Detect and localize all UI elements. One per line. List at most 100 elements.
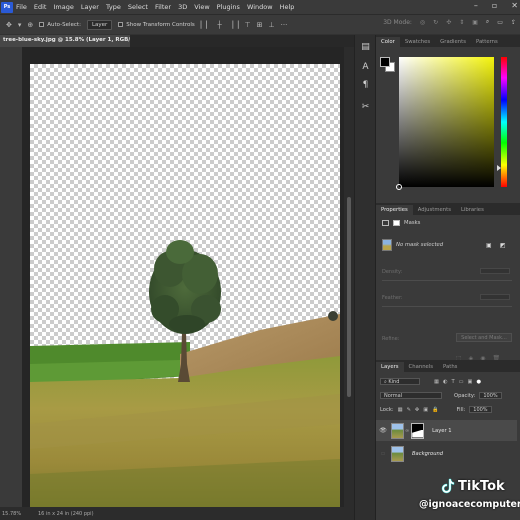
menu-view[interactable]: View <box>194 3 209 11</box>
eye-icon[interactable]: 👁 <box>378 427 388 434</box>
menu-help[interactable]: Help <box>280 3 295 11</box>
add-vector-mask-icon[interactable]: ◩ <box>500 242 506 249</box>
3d-scale-icon[interactable]: ▣ <box>472 19 478 26</box>
tab-properties[interactable]: Properties <box>376 205 413 215</box>
select-and-mask-button[interactable]: Select and Mask... <box>456 333 512 342</box>
layer-filter-dropdown[interactable]: ⌕ Kind <box>380 378 420 385</box>
menu-edit[interactable]: Edit <box>34 3 47 11</box>
align-left-icon[interactable]: ▏▏ <box>201 21 212 29</box>
density-field[interactable] <box>480 268 510 274</box>
tools-preset-icon[interactable]: ✂ <box>360 102 371 113</box>
more-options-icon[interactable]: ··· <box>281 21 288 29</box>
document-canvas[interactable] <box>30 64 340 507</box>
3d-orbit-icon[interactable]: ◎ <box>420 19 425 26</box>
filter-pixel-icon[interactable]: ▦ <box>434 379 439 385</box>
properties-body: Masks No mask selected ▣ ◩ Density: Feat… <box>376 215 520 363</box>
link-icon[interactable]: ∞ <box>405 428 409 434</box>
color-picker-marker[interactable] <box>396 184 402 190</box>
hue-slider-marker[interactable] <box>497 165 501 171</box>
align-middle-icon[interactable]: ⊞ <box>257 21 263 29</box>
density-slider[interactable] <box>382 280 512 281</box>
menu-filter[interactable]: Filter <box>155 3 171 11</box>
transform-controls-option[interactable]: Show Transform Controls <box>118 22 195 28</box>
layer-name[interactable]: Background <box>412 451 443 457</box>
move-preset-icon[interactable]: ⊕ <box>27 21 33 29</box>
tab-channels[interactable]: Channels <box>404 362 439 372</box>
blend-mode-dropdown[interactable]: Normal <box>380 392 442 399</box>
scrollbar-thumb[interactable] <box>347 197 351 397</box>
share-icon[interactable]: ⇪ <box>511 19 516 26</box>
menu-3d[interactable]: 3D <box>178 3 187 11</box>
feather-slider[interactable] <box>382 306 512 307</box>
zoom-level[interactable]: 15.78% <box>0 511 30 517</box>
menu-layer[interactable]: Layer <box>81 3 99 11</box>
chevron-down-icon[interactable]: ▾ <box>18 21 22 29</box>
paragraph-icon[interactable]: ¶ <box>360 80 371 91</box>
auto-select-option[interactable]: Auto-Select: <box>39 22 81 28</box>
color-picker-field[interactable] <box>399 57 494 187</box>
filter-type-icon[interactable]: T <box>451 379 454 385</box>
menu-type[interactable]: Type <box>106 3 121 11</box>
filter-shape-icon[interactable]: ▭ <box>459 379 464 385</box>
filter-toggle-icon[interactable]: ● <box>476 379 481 385</box>
menu-window[interactable]: Window <box>247 3 273 11</box>
layer-row-background[interactable]: ▫ Background <box>376 443 517 464</box>
vector-mask-icon[interactable] <box>393 220 400 226</box>
align-top-icon[interactable]: ⊤ <box>245 21 251 29</box>
character-icon[interactable]: A <box>360 62 371 73</box>
layer-row-layer-1[interactable]: 👁 ∞ Layer 1 <box>376 420 517 441</box>
3d-drag-icon[interactable]: ✣ <box>446 19 451 26</box>
3d-roll-icon[interactable]: ↻ <box>433 19 438 26</box>
foreground-color-swatch[interactable] <box>380 57 390 67</box>
menu-plugins[interactable]: Plugins <box>217 3 240 11</box>
tab-swatches[interactable]: Swatches <box>400 37 435 47</box>
menu-image[interactable]: Image <box>53 3 73 11</box>
tab-gradients[interactable]: Gradients <box>435 37 471 47</box>
hue-slider[interactable] <box>501 57 507 187</box>
menu-select[interactable]: Select <box>128 3 148 11</box>
lock-image-icon[interactable]: ✎ <box>406 407 410 413</box>
lock-transparent-icon[interactable]: ▦ <box>398 407 403 413</box>
auto-select-target-dropdown[interactable]: Layer <box>86 19 113 30</box>
add-pixel-mask-icon[interactable]: ▣ <box>486 242 492 249</box>
align-center-icon[interactable]: ┼ <box>218 21 222 29</box>
history-icon[interactable]: ▤ <box>360 42 371 53</box>
close-icon[interactable]: ✕ <box>511 1 518 10</box>
menu-file[interactable]: File <box>16 3 27 11</box>
opacity-field[interactable]: 100% <box>479 392 502 399</box>
tab-layers[interactable]: Layers <box>376 362 404 372</box>
transform-controls-checkbox[interactable] <box>118 22 124 27</box>
tab-patterns[interactable]: Patterns <box>471 37 503 47</box>
filter-smart-object-icon[interactable]: ▣ <box>468 379 473 385</box>
search-icon[interactable]: ⌕ <box>486 18 489 26</box>
minimize-icon[interactable]: – <box>474 1 478 10</box>
layer-mask-thumbnail[interactable] <box>411 422 425 439</box>
eye-hidden-icon[interactable]: ▫ <box>378 450 388 457</box>
canvas-area[interactable] <box>22 47 344 507</box>
tab-paths[interactable]: Paths <box>438 362 462 372</box>
fill-field[interactable]: 100% <box>469 406 492 413</box>
tab-color[interactable]: Color <box>376 37 400 47</box>
move-tool-icon[interactable]: ✥ <box>6 21 12 29</box>
lock-all-icon[interactable]: 🔒 <box>432 407 438 413</box>
layer-name[interactable]: Layer 1 <box>432 428 451 434</box>
filter-adjustment-icon[interactable]: ◐ <box>443 379 448 385</box>
vertical-scrollbar[interactable] <box>344 47 354 507</box>
auto-select-target[interactable]: Layer <box>86 19 113 30</box>
align-right-icon[interactable]: ▕▕ <box>228 21 239 29</box>
document-tab[interactable]: tree-blue-sky.jpg @ 15.8% (Layer 1, RGB/… <box>0 35 130 47</box>
lock-artboard-icon[interactable]: ▣ <box>423 407 428 413</box>
pixel-mask-icon[interactable] <box>382 220 389 226</box>
properties-panel-tabs: Properties Adjustments Libraries <box>376 203 520 215</box>
align-bottom-icon[interactable]: ⊥ <box>269 21 275 29</box>
mask-status-text: No mask selected <box>396 242 444 248</box>
auto-select-checkbox[interactable] <box>39 22 45 27</box>
lock-position-icon[interactable]: ✥ <box>415 407 419 413</box>
tab-adjustments[interactable]: Adjustments <box>413 205 456 215</box>
workspace-icon[interactable]: ▭ <box>497 19 503 26</box>
feather-field[interactable] <box>480 294 510 300</box>
photoshop-logo[interactable]: Ps <box>1 1 13 13</box>
tab-libraries[interactable]: Libraries <box>456 205 489 215</box>
maximize-icon[interactable]: ▫ <box>492 1 497 10</box>
3d-slide-icon[interactable]: ⇕ <box>459 19 464 26</box>
